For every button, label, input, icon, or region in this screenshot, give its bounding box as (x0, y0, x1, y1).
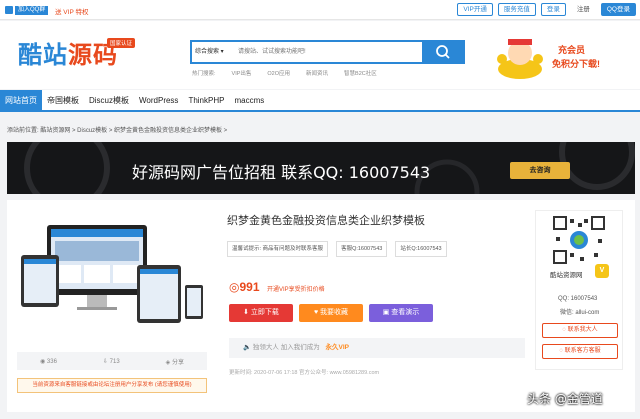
search-button[interactable] (422, 40, 464, 64)
logo-part1: 酷站 (18, 41, 68, 69)
price-value: 991 (239, 280, 260, 294)
banner-consult-button[interactable]: 去咨询 (510, 162, 570, 179)
vip-text: 独领大人 加入我们成为 (252, 344, 320, 351)
info-tip: 温馨试提示: 商品有问题及时联系客服 (227, 241, 329, 257)
product-price: ◎991 (229, 280, 260, 294)
hot-searches: 热门搜索: VIP出售 O2O应用 新闻资讯 智慧B2C社区 (192, 69, 377, 77)
search-category-label: 综合搜索 (195, 49, 220, 55)
hot-label: 热门搜索: (192, 71, 216, 77)
main-nav: 网站首页 帝国模板 Discuz模板 WordPress ThinkPHP ma… (0, 90, 640, 112)
download-button[interactable]: ⬇ 立即下载 (229, 304, 293, 322)
nav-discuz-templates[interactable]: Discuz模板 (84, 90, 134, 110)
promo-line1: 充会员 (558, 45, 586, 55)
search-category-select[interactable]: 综合搜索 ▾ (195, 46, 224, 55)
favorite-button[interactable]: ♥ 我要收藏 (299, 304, 363, 322)
promo-line2: 免积分下载! (552, 59, 600, 69)
nav-home[interactable]: 网站首页 (0, 90, 42, 110)
hot-item[interactable]: O2O应用 (267, 69, 290, 77)
nav-maccms[interactable]: maccms (229, 90, 269, 110)
views-count: 336 (46, 358, 57, 365)
vip-open-button[interactable]: VIP开通 (457, 3, 493, 16)
product-preview-image[interactable] (17, 215, 207, 335)
info-owner-qq: 站长Q:16007543 (395, 241, 447, 257)
banner-text: 好源码网广告位招租 联系QQ: 16007543 (132, 163, 431, 182)
top-bar: 加入QQ群 送 VIP 特权 VIP开通 服务充值 登录 注册 QQ登录 (0, 0, 640, 20)
vip-bar[interactable]: 🔈 独领大人 加入我们成为 永久VIP (229, 338, 525, 358)
product-card: ◉ 336 ⇩ 713 ◈ 分享 当前资源来自客服链接或由论坛注册用户分享发布 … (7, 200, 635, 412)
breadcrumb: 添站前位置: 酷站资源网 > Discuz模板 > 织梦金黄色金融投资信息类企业… (7, 128, 228, 134)
price-note: 开通VIP享受折扣价格 (267, 287, 325, 293)
product-title: 织梦金黄色金融投资信息类企业织梦模板 (227, 214, 425, 227)
speaker-icon: 🔈 (243, 344, 252, 351)
action-buttons: ⬇ 立即下载 ♥ 我要收藏 ▣ 查看演示 (229, 304, 433, 322)
register-button[interactable]: 注册 (570, 3, 596, 16)
nav-wordpress[interactable]: WordPress (134, 90, 183, 110)
vip-promo-link[interactable]: 送 VIP 特权 (55, 6, 88, 16)
download-label: 立即下载 (250, 309, 279, 316)
watermark: 头条 @金管道 (527, 392, 603, 406)
contact-owner-button[interactable]: ◌ 联系我大人 (542, 323, 618, 338)
search-input[interactable] (238, 45, 418, 59)
recharge-button[interactable]: 服务充值 (497, 3, 536, 16)
vip-promo-banner[interactable]: 充会员 免积分下载! (490, 29, 640, 89)
product-info: 温馨试提示: 商品有问题及时联系客服 客服Q:16007543 站长Q:1600… (227, 237, 527, 261)
seller-qq: QQ: 16007543 (558, 296, 598, 302)
hot-item[interactable]: 新闻资讯 (306, 69, 328, 77)
logo-badge: 国家认证 (107, 38, 136, 48)
downloads-count: 713 (109, 358, 120, 365)
device-mockup-icon (21, 225, 203, 323)
header: 酷站源码 国家认证 综合搜索 ▾ 热门搜索: VIP出售 O2O应用 新闻资讯 … (0, 21, 640, 89)
vip-highlight: 永久VIP (325, 344, 350, 351)
login-button[interactable]: 登录 (540, 3, 566, 16)
share-button[interactable]: ◈ 分享 (166, 357, 184, 366)
nav-thinkphp[interactable]: ThinkPHP (183, 90, 229, 110)
join-qq-group[interactable]: 加入QQ群 (5, 5, 49, 15)
share-label: 分享 (171, 359, 184, 366)
search-icon (436, 45, 450, 59)
demo-button[interactable]: ▣ 查看演示 (369, 304, 433, 322)
info-service-qq: 客服Q:16007543 (336, 241, 388, 257)
downloads-stat: ⇩ 713 (102, 358, 120, 365)
search-box: 综合搜索 ▾ (190, 40, 465, 64)
contact-owner-label: 联系我大人 (567, 327, 598, 333)
seller-name: 酷站资源网 (550, 272, 583, 279)
seller-wechat: 微信: allui-com (560, 310, 600, 316)
vip-badge-icon: V (595, 264, 609, 278)
hot-item[interactable]: 智慧B2C社区 (344, 69, 377, 77)
top-buttons: VIP开通 服务充值 登录 注册 QQ登录 (457, 3, 636, 16)
demo-label: 查看演示 (391, 309, 420, 316)
hot-item[interactable]: VIP出售 (232, 69, 252, 77)
qq-icon (5, 6, 13, 14)
seller-sidebar: 酷站资源网 V QQ: 16007543 微信: allui-com ◌ 联系我… (535, 210, 623, 370)
promo-illustration-icon (497, 39, 543, 79)
nav-empire-templates[interactable]: 帝国模板 (42, 90, 84, 110)
qr-code-icon (552, 215, 606, 265)
site-logo[interactable]: 酷站源码 (18, 35, 118, 70)
contact-service-button[interactable]: ◌ 联系客方客服 (542, 344, 618, 359)
favorite-label: 我要收藏 (320, 309, 349, 316)
product-stats: ◉ 336 ⇩ 713 ◈ 分享 (17, 352, 207, 370)
resource-notice: 当前资源来自客服链接或由论坛注册用户分享发布 (请您谨慎使用) (17, 378, 207, 393)
join-qq-label: 加入QQ群 (15, 5, 49, 15)
contact-service-label: 联系客方客服 (564, 348, 601, 354)
product-meta: 更新时间: 2020-07-06 17:18 官方公众号: www.059812… (229, 370, 380, 376)
ad-banner[interactable]: 好源码网广告位招租 联系QQ: 16007543 去咨询 (7, 142, 635, 194)
qq-login-button[interactable]: QQ登录 (600, 3, 636, 16)
views-stat: ◉ 336 (40, 358, 57, 365)
